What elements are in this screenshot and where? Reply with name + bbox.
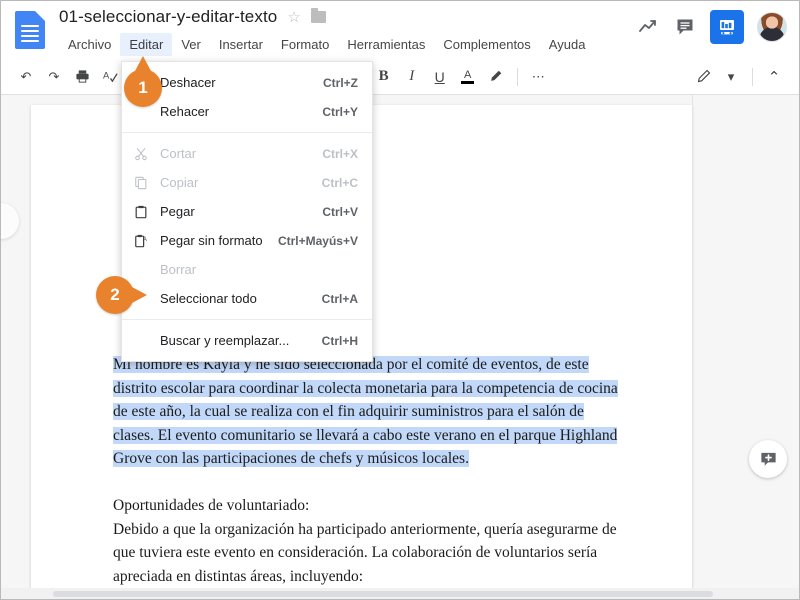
menubar-item-archivo[interactable]: Archivo — [59, 33, 120, 56]
menu-item-shortcut: Ctrl+C — [321, 175, 358, 190]
editing-mode-caret-icon[interactable]: ▾ — [718, 64, 744, 90]
menubar-item-herramientas[interactable]: Herramientas — [338, 33, 434, 56]
menu-item-shortcut: Ctrl+Y — [322, 104, 358, 119]
menu-divider — [122, 132, 372, 133]
logo-lines — [21, 25, 39, 42]
clipboard-icon — [134, 205, 160, 219]
underline-button[interactable]: U — [427, 64, 453, 90]
activity-trend-icon[interactable] — [636, 15, 660, 39]
print-icon[interactable] — [69, 64, 95, 90]
clipboard-plain-icon: A — [134, 234, 160, 248]
heading-oportunidades: Oportunidades de voluntariado: — [113, 497, 310, 514]
paragraph-1-line-3: de este año, la cual se realiza con el f… — [113, 400, 693, 424]
menu-item-shortcut: Ctrl+Z — [322, 75, 358, 90]
menu-item-buscar-y-reemplazar[interactable]: Buscar y reemplazar... Ctrl+H — [122, 326, 372, 355]
redo-icon[interactable]: ↷ — [41, 64, 67, 90]
document-text[interactable]: Mi nombre es Kayla y he sido seleccionad… — [113, 353, 693, 599]
svg-text:A: A — [143, 236, 148, 243]
horizontal-scrollbar[interactable] — [1, 588, 799, 599]
menu-item-label: Cortar — [160, 146, 197, 161]
comment-icon[interactable] — [673, 15, 697, 39]
callout-tail-icon — [135, 56, 151, 71]
paragraph-2-line-3: apreciada en distintas áreas, incluyendo… — [113, 567, 364, 585]
callout-number: 1 — [138, 78, 148, 97]
paragraph-2-line-2: que tuviera este evento en consideración… — [113, 544, 598, 561]
svg-text:A: A — [103, 70, 110, 80]
text-color-swatch — [461, 80, 475, 84]
menu-item-label: Pegar — [160, 204, 195, 219]
add-comment-icon[interactable] — [749, 440, 787, 478]
menu-item-shortcut: Ctrl+X — [322, 146, 358, 161]
selected-text-line-2: distrito escolar para coordinar la colec… — [113, 379, 618, 397]
menu-item-seleccionar-todo[interactable]: Seleccionar todo Ctrl+A — [122, 284, 372, 313]
present-icon[interactable] — [710, 10, 744, 44]
menu-item-label: Deshacer — [160, 75, 216, 90]
google-docs-logo-icon — [15, 11, 45, 49]
menubar-item-complementos[interactable]: Complementos — [434, 33, 539, 56]
paragraph-1-line-2: distrito escolar para coordinar la colec… — [113, 377, 693, 401]
menubar-item-formato[interactable]: Formato — [272, 33, 338, 56]
google-docs-window: 01-seleccionar-y-editar-texto ☆ Archivo … — [0, 0, 800, 600]
undo-icon[interactable]: ↶ — [13, 64, 39, 90]
menu-item-cortar: Cortar Ctrl+X — [122, 139, 372, 168]
menu-item-shortcut: Ctrl+A — [321, 291, 358, 306]
menu-item-label: Pegar sin formato — [160, 233, 263, 248]
text-color-letter: A — [464, 68, 472, 81]
menubar-item-ayuda[interactable]: Ayuda — [540, 33, 595, 56]
paragraph-1-line-5: Grove con las participaciones de chefs y… — [113, 447, 693, 471]
menubar-item-ver[interactable]: Ver — [172, 33, 210, 56]
menu-item-label: Seleccionar todo — [160, 291, 257, 306]
toolbar-divider-3 — [516, 67, 518, 86]
callout-tail-icon — [132, 287, 147, 303]
page-right-edge — [692, 95, 693, 599]
collapse-toolbar-icon[interactable]: ⌃ — [761, 64, 787, 90]
menu-item-label: Copiar — [160, 175, 199, 190]
menu-item-label: Buscar y reemplazar... — [160, 333, 290, 348]
callout-marker-2: 2 — [96, 276, 147, 314]
star-outline-icon[interactable]: ☆ — [287, 10, 300, 25]
menu-item-label: Borrar — [160, 262, 197, 277]
header-actions — [636, 10, 787, 44]
menu-item-rehacer[interactable]: Rehacer Ctrl+Y — [122, 97, 372, 126]
spellcheck-icon[interactable]: A — [97, 64, 123, 90]
left-panel-toggle-button[interactable] — [1, 203, 19, 239]
editar-menu-dropdown[interactable]: Deshacer Ctrl+Z Rehacer Ctrl+Y Cortar Ct… — [121, 61, 373, 362]
callout-number: 2 — [110, 285, 120, 304]
callout-marker-1: 1 — [124, 56, 162, 107]
bold-button[interactable]: B — [371, 64, 397, 90]
scissors-icon — [134, 147, 160, 161]
folder-icon[interactable] — [310, 8, 326, 23]
menu-bar: Archivo Editar Ver Insertar Formato Herr… — [59, 33, 594, 56]
menu-item-pegar-sin-formato[interactable]: A Pegar sin formato Ctrl+Mayús+V — [122, 226, 372, 255]
document-title[interactable]: 01-seleccionar-y-editar-texto — [59, 7, 277, 27]
more-options-button[interactable]: ⋯ — [526, 64, 552, 90]
menu-divider — [122, 319, 372, 320]
selected-text-line-4: clases. El evento comunitario se llevará… — [113, 426, 618, 444]
paragraph-1-line-4: clases. El evento comunitario se llevará… — [113, 424, 693, 448]
toolbar-divider-4 — [752, 67, 754, 86]
menu-item-pegar[interactable]: Pegar Ctrl+V — [122, 197, 372, 226]
selected-text-line-3: de este año, la cual se realiza con el f… — [113, 403, 584, 420]
highlight-color-button[interactable] — [483, 64, 509, 90]
text-color-button[interactable]: A — [455, 64, 481, 90]
paragraph-2-line-1: Debido a que la organización ha particip… — [113, 520, 617, 538]
title-row: 01-seleccionar-y-editar-texto ☆ — [59, 7, 326, 27]
editing-mode-pencil-icon[interactable] — [690, 64, 716, 90]
menu-item-shortcut: Ctrl+V — [322, 204, 358, 219]
menu-item-shortcut: Ctrl+H — [321, 333, 358, 348]
menu-item-shortcut: Ctrl+Mayús+V — [277, 233, 358, 248]
horizontal-scrollbar-thumb[interactable] — [53, 591, 713, 597]
menu-item-label: Rehacer — [160, 104, 210, 119]
menubar-item-insertar[interactable]: Insertar — [210, 33, 272, 56]
app-header: 01-seleccionar-y-editar-texto ☆ Archivo … — [1, 1, 799, 59]
menu-item-copiar: Copiar Ctrl+C — [122, 168, 372, 197]
avatar[interactable] — [757, 12, 787, 42]
menubar-item-editar[interactable]: Editar — [120, 33, 173, 56]
copy-icon — [134, 176, 160, 190]
italic-button[interactable]: I — [399, 64, 425, 90]
menu-item-borrar: Borrar — [122, 255, 372, 284]
selected-text-line-5: Grove con las participaciones de chefs y… — [113, 450, 469, 467]
